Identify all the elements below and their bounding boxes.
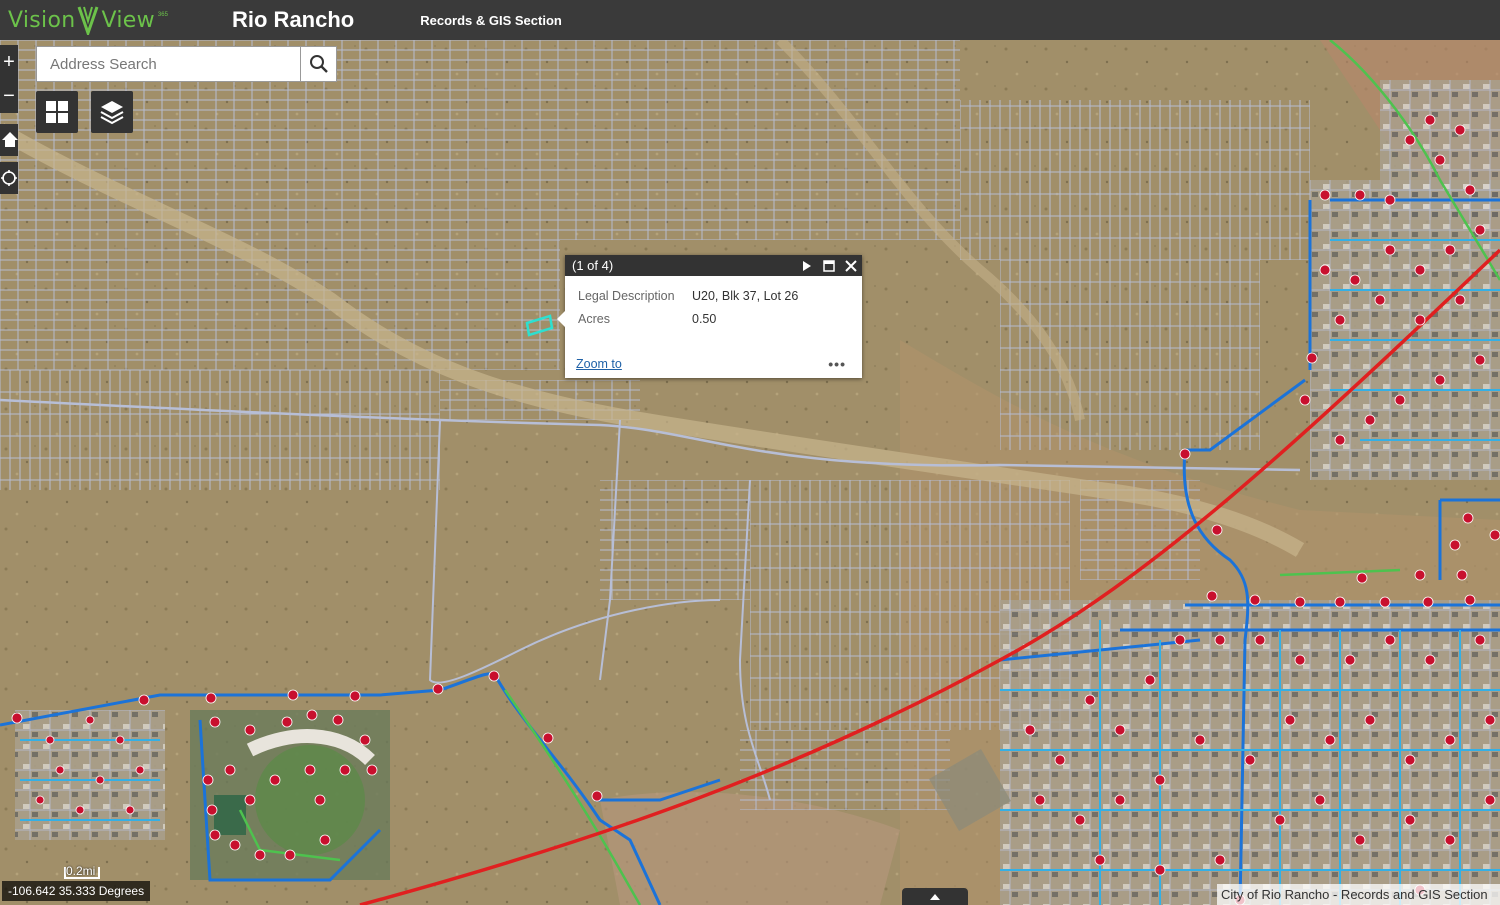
map-view[interactable] [0, 40, 1500, 905]
basemap-gallery-button[interactable] [36, 91, 78, 133]
more-actions-button[interactable]: ••• [828, 356, 846, 372]
attribute-label: Acres [578, 312, 610, 326]
search-icon [309, 55, 328, 73]
popup-attribute-row: Acres 0.50 [578, 312, 862, 335]
locate-icon [1, 170, 17, 186]
popup-attribute-row: Legal Description U20, Blk 37, Lot 26 [578, 289, 862, 312]
logo-view-text: View [101, 7, 155, 33]
chevron-up-icon [930, 894, 940, 900]
layers-icon [100, 101, 124, 125]
popup-header: (1 of 4) [565, 255, 862, 276]
app-header: Vision View 365 Rio Rancho Records & GIS… [0, 0, 1500, 40]
home-button[interactable] [0, 124, 18, 156]
app-subtitle: Records & GIS Section [420, 12, 562, 28]
app-title: Rio Rancho [232, 7, 355, 32]
play-next-icon [803, 260, 811, 271]
popup-feature-count: (1 of 4) [572, 258, 614, 273]
zoom-out-button[interactable]: − [0, 79, 18, 113]
popup-next-button[interactable] [796, 255, 818, 276]
layer-list-button[interactable] [91, 91, 133, 133]
locate-button[interactable] [0, 162, 18, 194]
attribute-value: U20, Blk 37, Lot 26 [692, 289, 799, 303]
scale-label: 0.2mi [66, 864, 96, 878]
popup-footer: Zoom to ••• [576, 356, 846, 372]
attribute-label: Legal Description [578, 289, 675, 303]
close-icon [845, 259, 857, 272]
home-icon [2, 132, 18, 147]
map-attribution: City of Rio Rancho - Records and GIS Sec… [1217, 884, 1500, 905]
map-imagery [0, 40, 1500, 905]
address-search-input[interactable] [37, 47, 300, 81]
logo-vision-text: Vision [8, 7, 76, 33]
app-logo: Vision View 365 [0, 0, 210, 40]
address-search [36, 46, 337, 82]
feature-popup: (1 of 4) Legal Description U20, Blk 37, … [557, 255, 862, 378]
zoom-to-link[interactable]: Zoom to [576, 357, 622, 371]
logo-superscript: 365 [157, 12, 168, 18]
popup-close-button[interactable] [840, 255, 862, 276]
popup-maximize-button[interactable] [818, 255, 840, 276]
logo-v-mark [78, 6, 99, 35]
search-button[interactable] [300, 47, 336, 81]
attribute-value: 0.50 [692, 312, 717, 326]
grid-icon [46, 101, 68, 123]
zoom-control: + − [0, 45, 18, 113]
popup-body: Legal Description U20, Blk 37, Lot 26 Ac… [565, 276, 862, 335]
attribute-table-toggle[interactable] [902, 888, 968, 905]
popup-pointer [557, 311, 565, 327]
coordinate-readout: -106.642 35.333 Degrees [2, 881, 151, 901]
maximize-icon [823, 259, 835, 272]
zoom-in-button[interactable]: + [0, 45, 18, 79]
